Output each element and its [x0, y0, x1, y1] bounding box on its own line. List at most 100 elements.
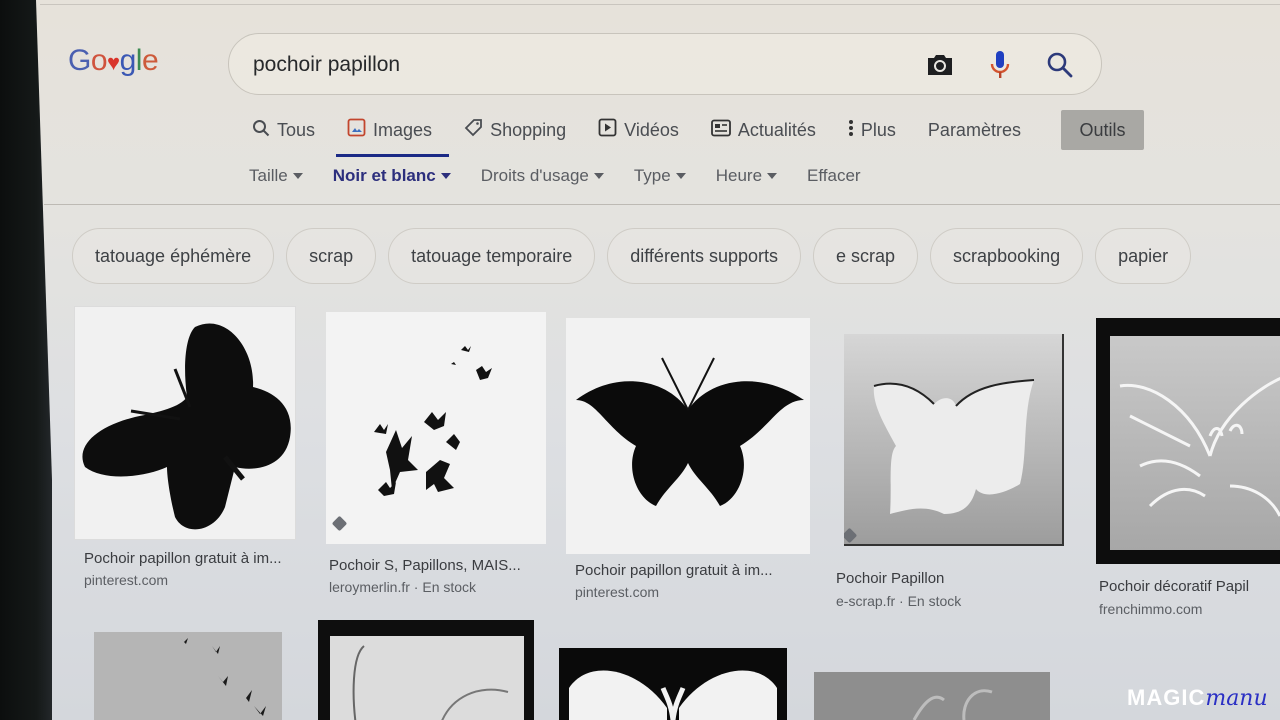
video-watermark: MAGICmanu	[1127, 685, 1268, 711]
butterfly-outline	[1119, 376, 1280, 517]
result-source[interactable]: pinterest.com	[84, 572, 168, 588]
result-title[interactable]: Pochoir décoratif Papil	[1099, 578, 1249, 595]
butterfly-stencil	[912, 689, 993, 720]
watermark-script: manu	[1205, 686, 1268, 711]
result-title[interactable]: Pochoir S, Papillons, MAIS...	[329, 557, 521, 574]
clear-filters-button[interactable]: Effacer	[807, 166, 861, 186]
result-source[interactable]: frenchimmo.com	[1099, 601, 1202, 617]
butterflies-flock	[374, 346, 492, 496]
chip[interactable]: e scrap	[813, 228, 919, 284]
butterfly-silhouette	[576, 357, 804, 506]
filter-label: Noir et blanc	[332, 166, 436, 185]
result-title[interactable]: Pochoir Papillon	[836, 570, 944, 587]
watermark-main: MAGIC	[1127, 685, 1206, 710]
active-tab-indicator	[336, 154, 449, 157]
result-image[interactable]	[318, 620, 534, 720]
butterfly-outline	[352, 645, 509, 720]
filter-couleur[interactable]: Noir et blanc	[333, 166, 451, 186]
logo-letter: g	[119, 44, 137, 77]
filter-label: Taille	[249, 166, 288, 185]
chip[interactable]: papier	[1095, 228, 1192, 284]
camera-icon[interactable]	[923, 48, 957, 82]
result-domain: e-scrap.fr	[836, 593, 896, 609]
image-icon	[347, 118, 366, 142]
filter-heure[interactable]: Heure	[715, 166, 778, 186]
stencil-plate	[1110, 336, 1280, 550]
tab-label: Tous	[277, 119, 316, 140]
result-image[interactable]	[1096, 318, 1280, 564]
filter-droits[interactable]: Droits d'usage	[481, 166, 604, 186]
result-image[interactable]	[566, 318, 810, 554]
result-image[interactable]	[844, 334, 1064, 546]
logo-letter: e	[141, 44, 159, 77]
result-image[interactable]	[326, 312, 546, 544]
tab-label: Actualités	[737, 119, 816, 140]
chip[interactable]: tatouage éphémère	[72, 228, 275, 284]
monitor-bezel	[0, 0, 52, 720]
search-icon[interactable]	[1043, 48, 1077, 82]
search-tabs: Tous Images Shopping Vidéos Actualités P…	[252, 112, 1053, 148]
butterflies-trail	[180, 638, 266, 716]
caret-down-icon	[292, 173, 303, 179]
play-icon	[598, 118, 617, 142]
caret-down-icon	[593, 173, 604, 179]
caret-down-icon	[675, 173, 686, 179]
filter-label: Droits d'usage	[480, 166, 589, 185]
chip[interactable]: scrapbooking	[930, 228, 1084, 284]
result-domain: leroymerlin.fr	[329, 579, 410, 595]
filter-taille[interactable]: Taille	[249, 166, 303, 186]
stock-status: En stock	[907, 593, 962, 609]
related-searches: tatouage éphémère scrap tatouage tempora…	[72, 228, 1203, 284]
more-vert-icon	[848, 119, 854, 142]
result-source[interactable]: pinterest.com	[575, 584, 659, 600]
butterfly-stencil	[873, 379, 1035, 514]
filter-label: Heure	[715, 166, 763, 185]
chip[interactable]: différents supports	[607, 228, 802, 284]
heart-icon: ♥	[107, 50, 120, 75]
tab-tous[interactable]: Tous	[252, 113, 315, 147]
tab-videos[interactable]: Vidéos	[598, 113, 679, 147]
butterfly-silhouette	[82, 323, 291, 530]
microphone-icon[interactable]	[983, 48, 1017, 82]
result-source[interactable]: leroymerlin.fr · En stock	[329, 579, 476, 595]
tab-parametres[interactable]: Paramètres	[928, 113, 1021, 147]
search-box	[228, 33, 1102, 95]
filter-label: Effacer	[807, 166, 861, 185]
tab-images[interactable]: Images	[347, 113, 432, 147]
tab-label: Shopping	[490, 119, 567, 140]
tag-icon	[464, 118, 483, 142]
tab-label: Plus	[860, 119, 896, 140]
search-icon	[252, 119, 270, 142]
news-icon	[710, 119, 731, 142]
caret-down-icon	[440, 173, 451, 179]
result-title[interactable]: Pochoir papillon gratuit à im...	[575, 562, 773, 579]
browser-edge	[40, 4, 1280, 5]
filter-type[interactable]: Type	[634, 166, 686, 186]
tab-shopping[interactable]: Shopping	[464, 113, 566, 147]
logo-letter: o	[90, 44, 108, 77]
outils-button[interactable]: Outils	[1061, 110, 1144, 150]
result-image[interactable]	[559, 648, 787, 720]
tools-bar: Taille Noir et blanc Droits d'usage Type…	[249, 166, 891, 186]
tab-actualites[interactable]: Actualités	[710, 113, 816, 147]
tab-label: Images	[373, 119, 433, 140]
result-title[interactable]: Pochoir papillon gratuit à im...	[84, 550, 282, 567]
result-image[interactable]	[74, 306, 296, 540]
filter-label: Type	[633, 166, 671, 185]
result-source[interactable]: e-scrap.fr · En stock	[836, 593, 961, 609]
google-logo[interactable]: Go♥gle	[68, 44, 159, 78]
stock-status: En stock	[422, 579, 477, 595]
stencil-plate	[330, 636, 524, 720]
chip[interactable]: scrap	[286, 228, 377, 284]
search-input[interactable]	[253, 48, 913, 82]
result-image[interactable]	[94, 632, 282, 720]
header-divider	[44, 204, 1280, 205]
butterfly-cutout	[569, 670, 777, 720]
tab-plus[interactable]: Plus	[848, 113, 896, 147]
chip[interactable]: tatouage temporaire	[388, 228, 596, 284]
logo-letter: G	[68, 44, 91, 77]
result-image[interactable]	[814, 672, 1050, 720]
caret-down-icon	[767, 173, 778, 179]
tab-label: Paramètres	[927, 119, 1021, 140]
tab-label: Vidéos	[624, 119, 679, 140]
